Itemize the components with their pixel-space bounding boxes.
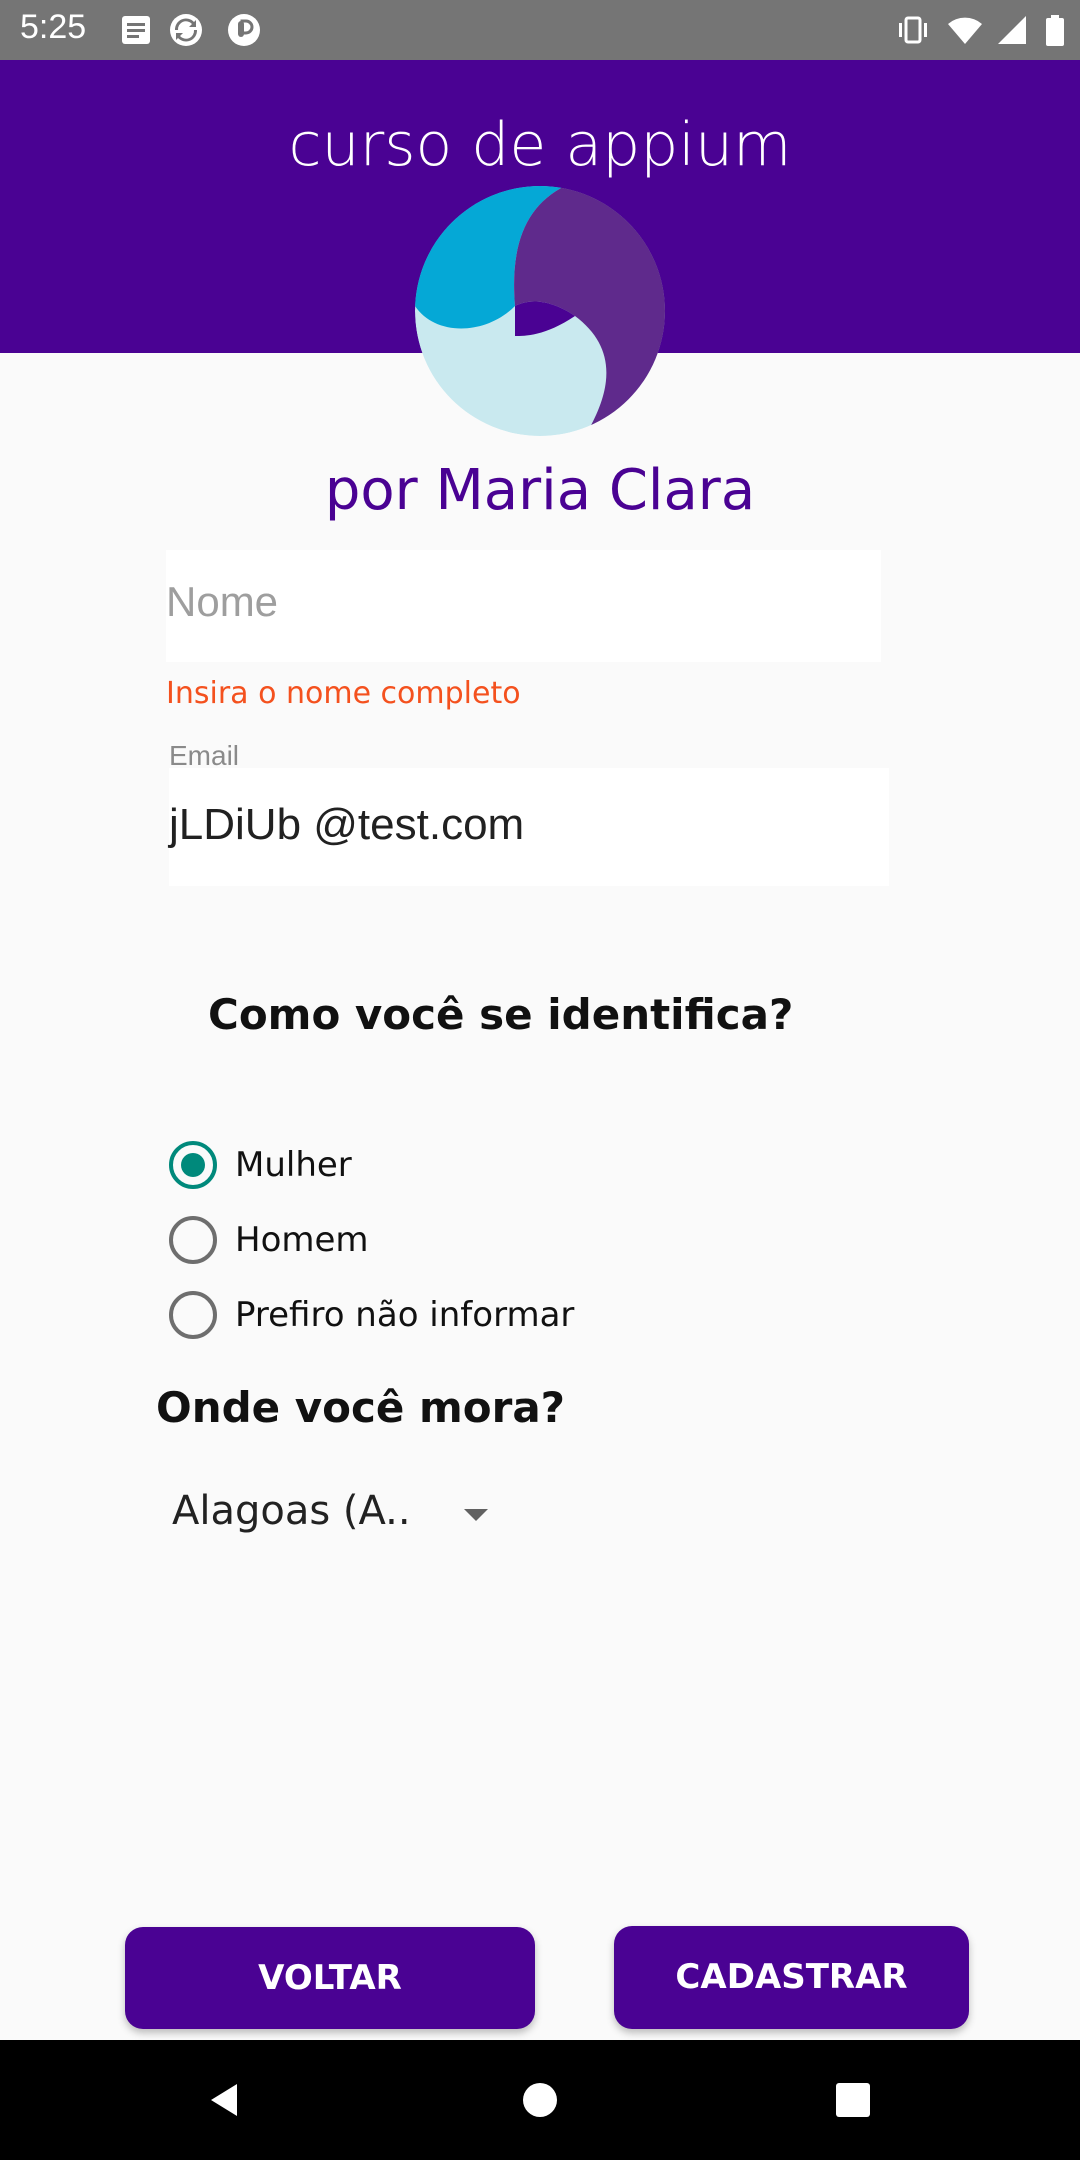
dropdown-arrow-icon[interactable] xyxy=(462,1505,490,1525)
document-icon xyxy=(122,16,150,44)
name-error-text: Insira o nome completo xyxy=(166,676,521,711)
sync-icon xyxy=(170,14,202,46)
app-title: curso de appium xyxy=(288,110,792,180)
pocket-icon xyxy=(228,14,260,46)
state-spinner[interactable]: Alagoas (A.. xyxy=(172,1488,411,1534)
gender-question: Como você se identifica? xyxy=(208,990,794,1039)
app-logo-icon xyxy=(415,186,665,436)
email-value: jLDiUb @test.com xyxy=(169,800,525,849)
wifi-icon xyxy=(948,17,982,44)
back-icon[interactable] xyxy=(205,2080,245,2120)
vibrate-icon xyxy=(899,16,927,44)
register-button[interactable]: CADASTRAR xyxy=(614,1926,969,2029)
radio-prefiro-nao-informar[interactable] xyxy=(168,1290,218,1340)
status-time: 5:25 xyxy=(20,8,87,46)
name-placeholder: Nome xyxy=(166,578,279,625)
radio-label-homem[interactable]: Homem xyxy=(235,1220,369,1260)
radio-label-mulher[interactable]: Mulher xyxy=(235,1145,352,1185)
radio-label-prefiro-nao-informar[interactable]: Prefiro não informar xyxy=(235,1295,574,1335)
radio-mulher[interactable] xyxy=(168,1140,218,1190)
recents-icon[interactable] xyxy=(833,2080,873,2120)
signal-icon xyxy=(998,16,1026,44)
battery-icon xyxy=(1046,15,1064,46)
status-bar: 5:25 xyxy=(0,0,1080,60)
home-icon[interactable] xyxy=(520,2080,560,2120)
radio-homem[interactable] xyxy=(168,1215,218,1265)
location-question: Onde você mora? xyxy=(156,1383,566,1432)
subtitle: por Maria Clara xyxy=(324,458,756,523)
back-button[interactable]: VOLTAR xyxy=(125,1927,535,2029)
